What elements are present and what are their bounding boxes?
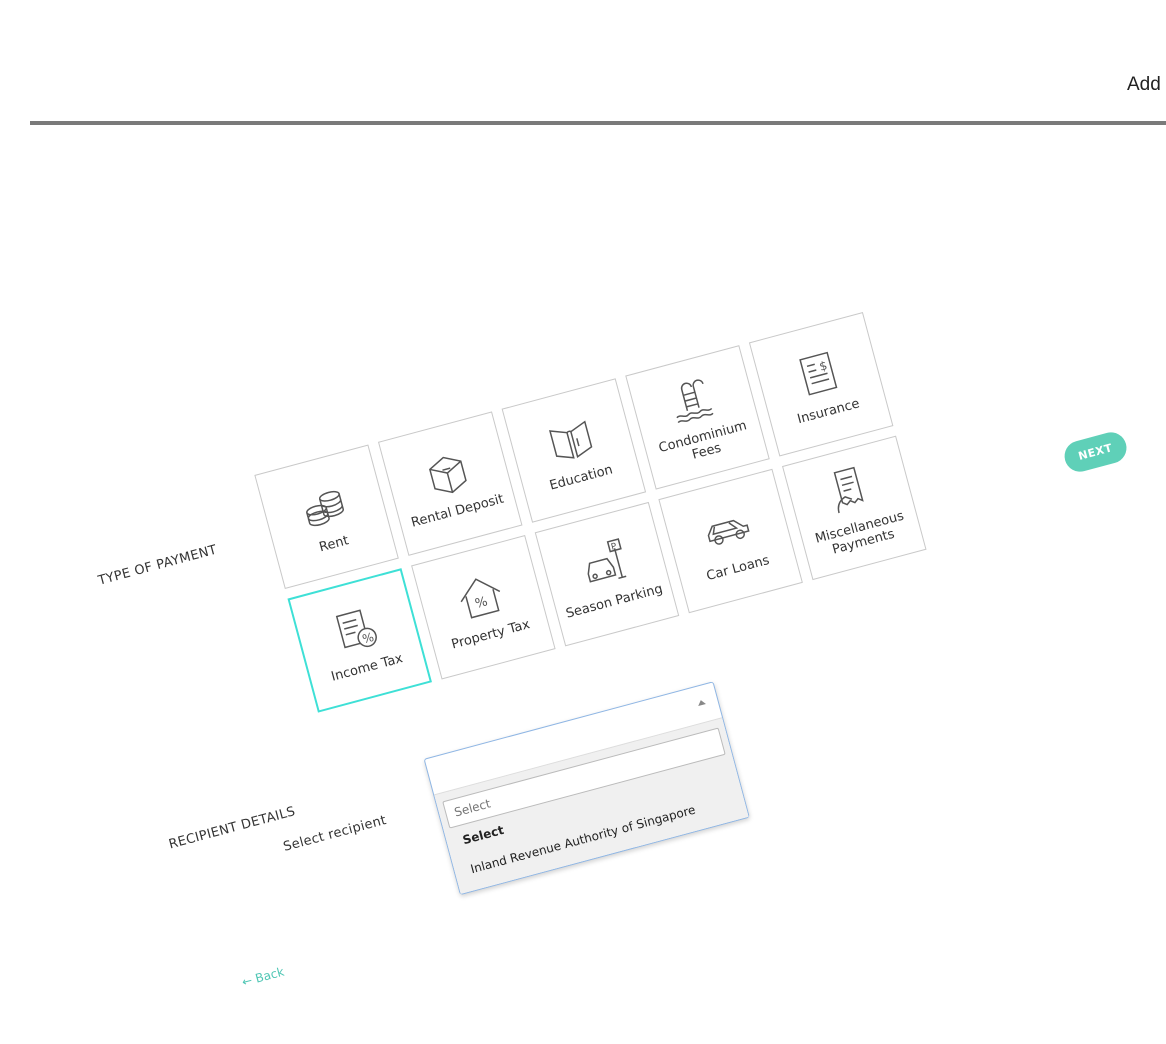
recipient-details-label: RECIPIENT DETAILS bbox=[167, 804, 298, 853]
tile-rental-deposit[interactable]: Rental Deposit bbox=[377, 411, 523, 556]
tile-property-tax[interactable]: % Property Tax bbox=[411, 535, 556, 680]
tile-label: Rent bbox=[317, 532, 351, 555]
tile-income-tax[interactable]: % Income Tax bbox=[287, 568, 432, 713]
car-icon bbox=[707, 519, 750, 545]
recipient-dropdown[interactable]: Select Inland Revenue Authority of Singa… bbox=[423, 681, 750, 896]
tile-insurance[interactable]: $ Insurance bbox=[748, 311, 894, 457]
box-icon bbox=[428, 456, 467, 493]
book-icon bbox=[548, 419, 593, 459]
pool-ladder-icon bbox=[676, 379, 714, 424]
tile-rent[interactable]: Rent bbox=[254, 444, 399, 590]
next-button[interactable]: NEXT bbox=[1061, 428, 1130, 476]
car-parking-icon: P bbox=[587, 537, 627, 583]
house-percent-icon: % bbox=[460, 577, 501, 619]
svg-text:$: $ bbox=[818, 358, 829, 374]
tile-label: Season Parking bbox=[564, 581, 665, 622]
svg-text:%: % bbox=[473, 594, 489, 612]
tile-condominium-fees[interactable]: Condominium Fees bbox=[625, 345, 770, 490]
svg-text:P: P bbox=[610, 541, 618, 552]
tile-label: Condominium Fees bbox=[657, 418, 749, 463]
tile-season-parking[interactable]: P Season Parking bbox=[534, 501, 680, 647]
tile-car-loans[interactable]: Car Loans bbox=[658, 468, 803, 614]
tile-miscellaneous-payments[interactable]: Miscellaneous Payments bbox=[782, 435, 927, 581]
select-recipient-label: Select recipient bbox=[281, 812, 389, 855]
caret-up-icon bbox=[696, 699, 706, 707]
document-dollar-icon: $ bbox=[799, 351, 838, 396]
tile-label: Miscellaneous Payments bbox=[813, 508, 906, 558]
payment-form: TYPE OF PAYMENT Rent Rental Deposit Educ… bbox=[0, 0, 1166, 1044]
coins-icon bbox=[305, 490, 344, 526]
tile-education[interactable]: Education bbox=[501, 378, 647, 523]
receipt-hand-icon bbox=[833, 466, 864, 514]
type-of-payment-label: TYPE OF PAYMENT bbox=[96, 542, 219, 589]
tax-document-icon: % bbox=[335, 608, 377, 648]
tile-label: Rental Deposit bbox=[409, 491, 506, 531]
back-link[interactable]: ← Back bbox=[240, 965, 285, 990]
